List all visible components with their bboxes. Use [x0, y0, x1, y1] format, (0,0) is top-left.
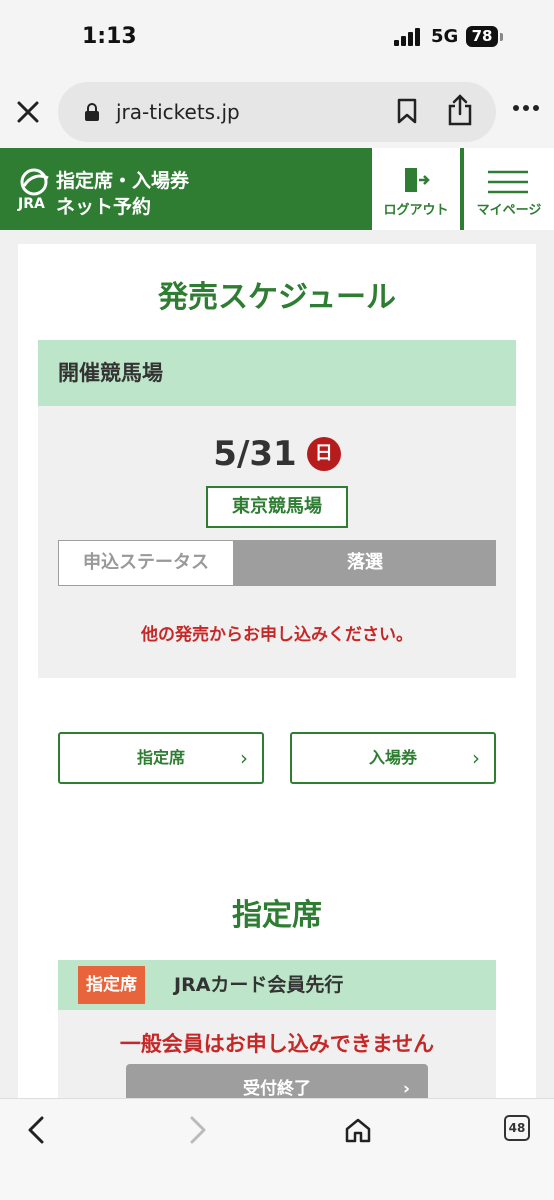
plan-message: 一般会員はお申し込みできません: [119, 1032, 435, 1056]
plan-tag: 指定席: [78, 966, 145, 1004]
network-type: 5G: [431, 26, 459, 47]
logo-title-line2: ネット予約: [56, 196, 152, 218]
admission-ticket-label: 入場券: [368, 748, 417, 767]
forward-icon[interactable]: [184, 1115, 210, 1145]
battery-icon: 78: [466, 26, 498, 47]
status-value: 落選: [234, 540, 496, 586]
back-icon[interactable]: [24, 1115, 50, 1145]
lock-icon: [85, 103, 99, 121]
home-icon[interactable]: [344, 1117, 372, 1143]
logout-icon: [405, 168, 430, 192]
status-label: 申込ステータス: [58, 540, 234, 586]
date-row: 5/31 日: [38, 434, 516, 474]
chevron-right-icon: ›: [240, 746, 248, 770]
race-date: 5/31: [213, 434, 297, 474]
venue-panel: 開催競馬場 5/31 日 東京競馬場 申込ステータス 落選 他の発売からお申し込み…: [38, 340, 516, 678]
plan-header: 指定席 JRAカード会員先行: [58, 960, 496, 1010]
browser-toolbar: jra-tickets.jp: [0, 76, 554, 148]
url-text: jra-tickets.jp: [116, 100, 240, 124]
logo-mark: JRA: [18, 196, 45, 212]
site-header: JRA 指定席・入場券 ネット予約 ログアウト マイページ: [0, 148, 554, 230]
venue-message: 他の発売からお申し込みください。: [141, 625, 413, 645]
battery-tip: [500, 33, 503, 41]
more-icon[interactable]: [512, 104, 540, 112]
admission-ticket-button[interactable]: 入場券 ›: [290, 732, 496, 784]
bookmark-icon[interactable]: [396, 98, 418, 124]
reserved-seat-button[interactable]: 指定席 ›: [58, 732, 264, 784]
reserved-section-title: 指定席: [232, 898, 322, 933]
logo-title-line1: 指定席・入場券: [56, 170, 190, 192]
reserved-seat-label: 指定席: [136, 748, 185, 767]
clock: 1:13: [82, 24, 137, 49]
day-of-week-badge: 日: [306, 437, 341, 471]
jra-logo-icon[interactable]: [18, 168, 52, 196]
share-icon[interactable]: [446, 94, 474, 126]
schedule-title: 発売スケジュール: [158, 280, 396, 315]
close-icon[interactable]: [14, 98, 42, 126]
application-status: 申込ステータス 落選: [58, 540, 496, 586]
mypage-button[interactable]: マイページ: [464, 148, 554, 230]
chevron-right-icon: ›: [472, 746, 480, 770]
plan-name: JRAカード会員先行: [174, 974, 344, 996]
signal-icon: [394, 28, 422, 46]
status-bar: 1:13 5G 78: [0, 0, 554, 76]
menu-icon: [488, 170, 528, 194]
address-bar[interactable]: jra-tickets.jp: [58, 82, 496, 142]
browser-bottom-toolbar: 48: [0, 1098, 554, 1200]
venue-header: 開催競馬場: [38, 340, 516, 406]
tabs-count-icon[interactable]: 48: [504, 1115, 530, 1141]
main-content: 発売スケジュール 開催競馬場 5/31 日 東京競馬場 申込ステータス 落選 他の…: [18, 244, 536, 1124]
mypage-label: マイページ: [476, 203, 542, 218]
reception-closed-label: 受付終了: [243, 1079, 311, 1099]
logout-label: ログアウト: [383, 203, 449, 218]
racecourse-label: 東京競馬場: [206, 486, 348, 528]
logout-button[interactable]: ログアウト: [372, 148, 460, 230]
